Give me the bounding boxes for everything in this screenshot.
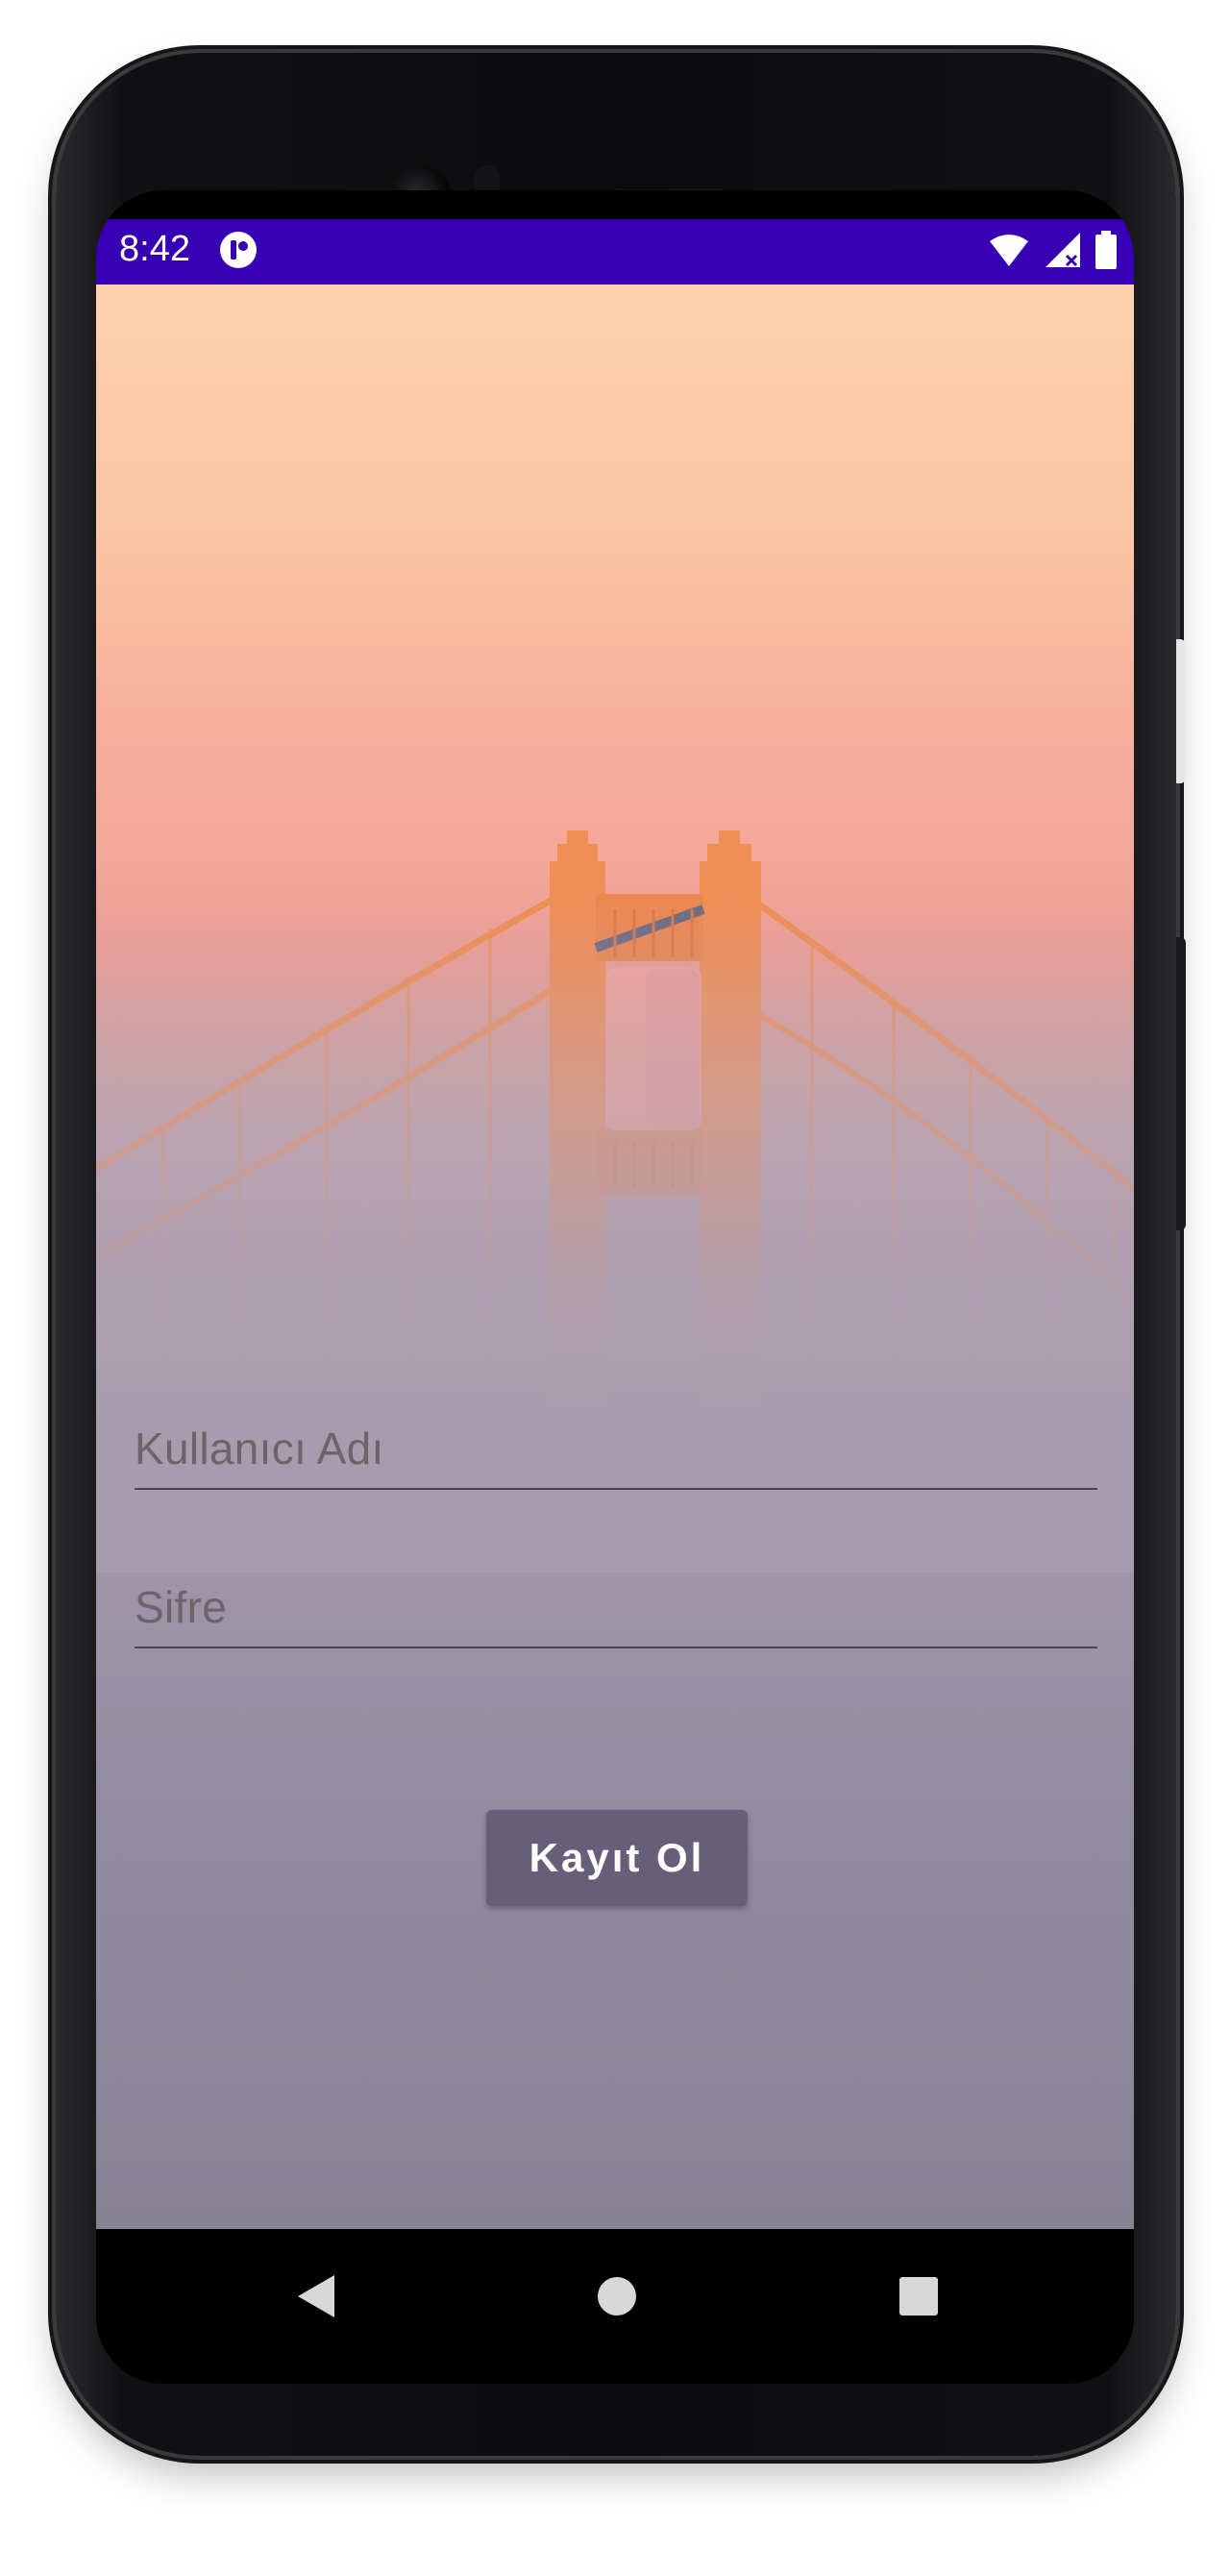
username-placeholder: Kullanıcı Adı (135, 1424, 384, 1474)
register-button[interactable]: Kayıt Ol (486, 1810, 748, 1906)
power-button (1176, 937, 1186, 1230)
home-icon[interactable] (596, 2273, 638, 2324)
username-field[interactable]: Kullanıcı Adı (135, 1415, 1097, 1490)
navigation-bar (96, 2229, 1134, 2384)
password-field[interactable]: Sifre (135, 1573, 1097, 1648)
device-screen: 8:42 Kullanıcı Adı Sifre Kayıt Ol (96, 190, 1134, 2384)
recents-icon[interactable] (898, 2273, 940, 2324)
password-placeholder: Sifre (135, 1582, 228, 1632)
background-image-area: Kullanıcı Adı Sifre Kayıt Ol (96, 285, 1134, 2229)
status-time: 8:42 (119, 229, 190, 269)
volume-button (1176, 639, 1186, 783)
back-icon[interactable] (296, 2273, 338, 2324)
battery-icon (1095, 231, 1117, 274)
cellular-signal-icon (1044, 231, 1082, 274)
app-notification-icon (219, 231, 258, 274)
wifi-icon (988, 232, 1030, 273)
register-button-label: Kayıt Ol (529, 1835, 705, 1880)
status-bar: 8:42 (96, 219, 1134, 285)
